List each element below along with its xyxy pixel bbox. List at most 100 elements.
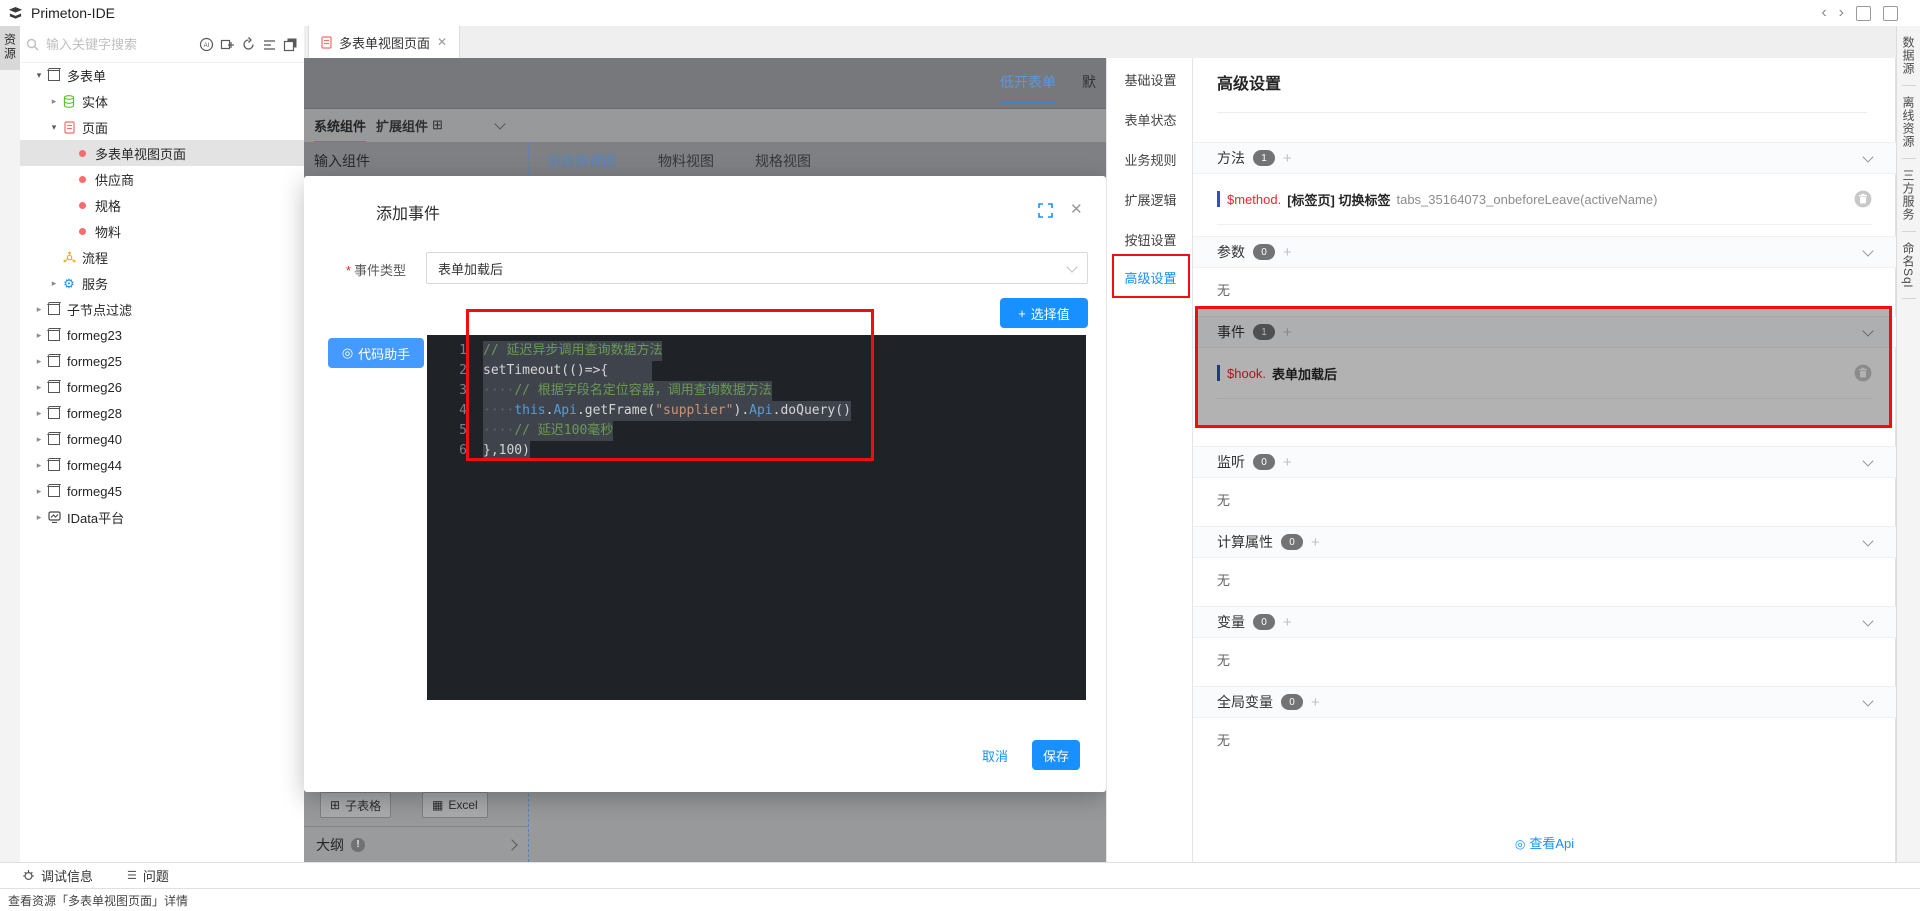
view-tab-spec[interactable]: 规格视图 [755, 151, 811, 171]
tree-item-formeg23[interactable]: ▸ formeg23 [20, 322, 304, 348]
tab-extended-components[interactable]: 扩展组件 [376, 116, 428, 135]
strip-tab-datasource[interactable]: 数据源 [1897, 26, 1920, 85]
delete-icon[interactable] [1854, 190, 1872, 208]
section-listeners[interactable]: 监听 0 + [1193, 446, 1896, 478]
menu-item-form-state[interactable]: 表单状态 [1107, 110, 1194, 129]
nav-back-icon[interactable]: ‹ [1821, 5, 1826, 21]
caret-collapsed-icon[interactable]: ▸ [32, 304, 46, 315]
caret-collapsed-icon[interactable]: ▸ [32, 460, 46, 471]
ai-assistant-icon[interactable]: AI [199, 37, 214, 52]
hook-row[interactable]: $hook. 表单加载后 [1193, 356, 1896, 390]
tree-item-material[interactable]: 物料 [20, 218, 304, 244]
save-icon[interactable] [1883, 5, 1898, 21]
chevron-right-icon[interactable] [506, 838, 518, 851]
tree-item-idata-platform[interactable]: ▸ IData平台 [20, 504, 304, 530]
tab-default-form-clipped[interactable]: 默 [1082, 72, 1096, 92]
tab-system-components[interactable]: 系统组件 [314, 116, 367, 143]
tree-item-formeg45[interactable]: ▸ formeg45 [20, 478, 304, 504]
save-button[interactable]: 保存 [1032, 740, 1080, 770]
chevron-down-icon[interactable] [1862, 455, 1874, 467]
tree-item-formeg25[interactable]: ▸ formeg25 [20, 348, 304, 374]
section-computed[interactable]: 计算属性 0 + [1193, 526, 1896, 558]
tree-item-supplier[interactable]: 供应商 [20, 166, 304, 192]
layout-icon[interactable] [1856, 5, 1871, 21]
delete-icon[interactable] [1854, 364, 1872, 382]
view-api-link[interactable]: ◎ 查看Api [1193, 833, 1896, 852]
menu-item-extended-logic[interactable]: 扩展逻辑 [1107, 190, 1194, 209]
chevron-down-icon[interactable] [1862, 151, 1874, 163]
caret-collapsed-icon[interactable]: ▸ [32, 434, 46, 445]
strip-tab-thirdparty-services[interactable]: 三方服务 [1897, 159, 1920, 231]
caret-expanded-icon[interactable]: ▾ [32, 70, 46, 81]
debug-info-item[interactable]: 调试信息 [22, 866, 93, 885]
section-events[interactable]: 事件 1 + [1193, 316, 1896, 348]
outline-row[interactable]: 大纲 ! [304, 826, 528, 862]
tree-item-multiform-view-page[interactable]: 多表单视图页面 [20, 140, 304, 166]
tree-item-pages[interactable]: ▾ 页面 [20, 114, 304, 140]
chevron-down-icon[interactable] [1862, 535, 1874, 547]
chevron-down-icon[interactable] [1862, 245, 1874, 257]
refresh-icon[interactable] [241, 36, 256, 52]
problems-item[interactable]: ☰ 问题 [127, 866, 169, 885]
add-icon[interactable]: + [1283, 245, 1292, 260]
section-global-variables[interactable]: 全局变量 0 + [1193, 686, 1896, 718]
method-row[interactable]: $method. [标签页] 切换标签 tabs_35164073_onbefo… [1193, 182, 1896, 216]
view-tab-supplier[interactable]: 供应商视图 [547, 151, 617, 171]
tree-item-process[interactable]: 流程 [20, 244, 304, 270]
section-methods[interactable]: 方法 1 + [1193, 142, 1896, 174]
add-icon[interactable]: + [1311, 695, 1320, 710]
menu-item-button-settings[interactable]: 按钮设置 [1107, 230, 1194, 249]
code-assistant-button[interactable]: ◎ 代码助手 [328, 338, 424, 368]
add-icon[interactable]: + [1283, 325, 1292, 340]
caret-collapsed-icon[interactable]: ▸ [32, 486, 46, 497]
cancel-button[interactable]: 取消 [982, 746, 1008, 765]
strip-tab-named-sql[interactable]: 命名Sql [1897, 232, 1920, 298]
tree-item-formeg28[interactable]: ▸ formeg28 [20, 400, 304, 426]
fullscreen-icon[interactable] [1038, 203, 1053, 218]
section-params[interactable]: 参数 0 + [1193, 236, 1896, 268]
caret-collapsed-icon[interactable]: ▸ [32, 408, 46, 419]
nav-forward-icon[interactable]: › [1839, 5, 1844, 21]
tree-item-service[interactable]: ▸ ⚙ 服务 [20, 270, 304, 296]
search-input[interactable] [44, 35, 197, 53]
add-icon[interactable]: + [1283, 455, 1292, 470]
subtable-button[interactable]: ⊞ 子表格 [320, 792, 392, 818]
collapse-list-icon[interactable] [262, 37, 277, 52]
tree-item-entity[interactable]: ▸ 实体 [20, 88, 304, 114]
activity-tab-resources[interactable]: 资源 [0, 26, 20, 70]
tree-item-subnode-filter[interactable]: ▸ 子节点过滤 [20, 296, 304, 322]
tab-close-icon[interactable]: ✕ [437, 36, 447, 48]
close-icon[interactable]: ✕ [1070, 200, 1083, 218]
excel-button[interactable]: ▦ Excel [422, 792, 488, 818]
add-icon[interactable]: + [1283, 615, 1292, 630]
select-value-button[interactable]: + 选择值 [1000, 298, 1088, 328]
add-icon[interactable]: + [1283, 151, 1292, 166]
caret-collapsed-icon[interactable]: ▸ [47, 278, 61, 289]
tree-item-formeg40[interactable]: ▸ formeg40 [20, 426, 304, 452]
chevron-down-icon[interactable] [1862, 695, 1874, 707]
tree-item-formeg26[interactable]: ▸ formeg26 [20, 374, 304, 400]
tree-item-spec[interactable]: 规格 [20, 192, 304, 218]
copy-page-icon[interactable] [283, 37, 298, 52]
grid-view-icon[interactable]: ⊞ [432, 117, 443, 133]
strip-tab-offline-resources[interactable]: 离线资源 [1897, 86, 1920, 158]
tab-lowcode-form[interactable]: 低开表单 [1000, 72, 1056, 104]
event-type-select[interactable]: 表单加载后 [426, 252, 1088, 284]
tree-item-multiform[interactable]: ▾ 多表单 [20, 62, 304, 88]
chevron-down-icon[interactable] [1862, 615, 1874, 627]
menu-item-advanced-settings[interactable]: 高级设置 [1107, 268, 1194, 287]
new-model-icon[interactable] [220, 37, 235, 52]
caret-collapsed-icon[interactable]: ▸ [32, 382, 46, 393]
menu-item-basic-settings[interactable]: 基础设置 [1107, 70, 1194, 89]
caret-collapsed-icon[interactable]: ▸ [32, 512, 46, 523]
chevron-down-icon[interactable] [494, 118, 506, 130]
caret-collapsed-icon[interactable]: ▸ [32, 356, 46, 367]
code-editor[interactable]: 1 // 延迟异步调用查询数据方法 2 setTimeout(()=>{ 3 ·… [427, 335, 1086, 700]
section-variables[interactable]: 变量 0 + [1193, 606, 1896, 638]
tree-item-formeg44[interactable]: ▸ formeg44 [20, 452, 304, 478]
caret-expanded-icon[interactable]: ▾ [47, 122, 61, 133]
caret-collapsed-icon[interactable]: ▸ [32, 330, 46, 341]
menu-item-business-rules[interactable]: 业务规则 [1107, 150, 1194, 169]
tab-multiform-view-page[interactable]: 多表单视图页面 ✕ [308, 26, 461, 58]
caret-collapsed-icon[interactable]: ▸ [47, 96, 61, 107]
